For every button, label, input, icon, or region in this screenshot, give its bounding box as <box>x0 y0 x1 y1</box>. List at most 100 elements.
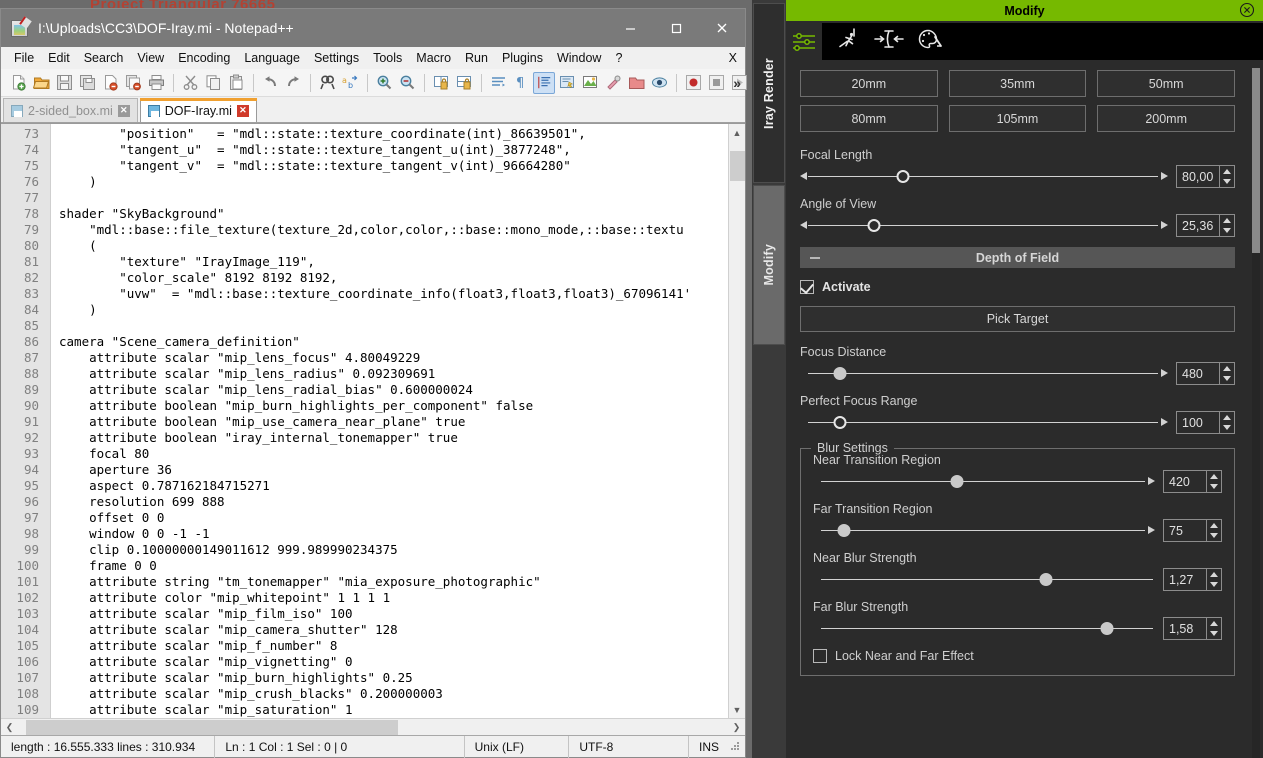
menu-item-plugins[interactable]: Plugins <box>495 49 550 67</box>
user-defined-dialog-icon[interactable] <box>556 72 578 94</box>
close-circle-icon[interactable] <box>1239 2 1255 21</box>
far-blur-strength-knob[interactable] <box>1100 621 1114 635</box>
close-tab-icon[interactable]: ✕ <box>117 104 130 117</box>
code-editor[interactable]: 73 74 75 76 77 78 79 80 81 82 83 84 85 86 87 88 89 90 91 92… <box>1 123 745 718</box>
document-tab-dof-iray[interactable]: DOF-Iray.mi ✕ <box>139 98 258 122</box>
code-line[interactable]: attribute scalar "mip_lens_focus" 4.8004… <box>59 350 728 366</box>
save-icon[interactable] <box>53 72 75 94</box>
spinner-up-icon[interactable] <box>1220 412 1234 423</box>
code-line[interactable]: "color_scale" 8192 8192 8192, <box>59 270 728 286</box>
focal-preset-50mm[interactable]: 50mm <box>1097 70 1235 97</box>
vertical-scroll-thumb[interactable] <box>729 151 745 181</box>
code-line[interactable]: attribute boolean "iray_internal_tonemap… <box>59 430 728 446</box>
undo-icon[interactable] <box>259 72 281 94</box>
near-transition-region-spinner[interactable]: 420 <box>1163 470 1222 493</box>
spinner-arrows[interactable] <box>1207 519 1222 542</box>
editor-horizontal-scrollbar[interactable]: ❮ ❯ <box>1 718 745 735</box>
code-line[interactable]: attribute scalar "mip_camera_shutter" 12… <box>59 622 728 638</box>
far-transition-region-knob[interactable] <box>837 523 851 537</box>
focus-distance-knob[interactable] <box>833 366 847 380</box>
vertical-tab-modify[interactable]: Modify <box>753 185 785 345</box>
menu-item-search[interactable]: Search <box>77 49 131 67</box>
word-wrap-icon[interactable] <box>487 72 509 94</box>
focus-distance-spinner[interactable]: 480 <box>1176 362 1235 385</box>
code-line[interactable]: window 0 0 -1 -1 <box>59 526 728 542</box>
spinner-down-icon[interactable] <box>1207 629 1221 640</box>
pose-figure-icon[interactable] <box>836 27 862 56</box>
panel-scroll-thumb[interactable] <box>1252 68 1260 253</box>
sliders-icon[interactable] <box>786 21 822 62</box>
spinner-up-icon[interactable] <box>1207 618 1221 629</box>
angle-of-view-knob[interactable] <box>867 218 881 232</box>
code-line[interactable]: focal 80 <box>59 446 728 462</box>
record-macro-icon[interactable] <box>682 72 704 94</box>
close-all-icon[interactable] <box>122 72 144 94</box>
spinner-up-icon[interactable] <box>1220 363 1234 374</box>
spinner-down-icon[interactable] <box>1207 580 1221 591</box>
code-line[interactable]: "position" = "mdl::state::texture_coordi… <box>59 126 728 142</box>
focus-distance-value[interactable]: 480 <box>1176 362 1220 385</box>
focal-length-value[interactable]: 80,00 <box>1176 165 1220 188</box>
code-line[interactable]: attribute scalar "mip_crush_blacks" 0.20… <box>59 686 728 702</box>
code-line[interactable]: attribute scalar "mip_lens_radial_bias" … <box>59 382 728 398</box>
depth-of-field-section-header[interactable]: Depth of Field <box>800 247 1235 268</box>
spinner-down-icon[interactable] <box>1220 374 1234 385</box>
folder-as-workspace-icon[interactable] <box>625 72 647 94</box>
monitoring-icon[interactable] <box>648 72 670 94</box>
scroll-up-icon[interactable]: ▲ <box>729 124 746 141</box>
menu-item-language[interactable]: Language <box>237 49 307 67</box>
angle-of-view-value[interactable]: 25,36 <box>1176 214 1220 237</box>
focal-preset-200mm[interactable]: 200mm <box>1097 105 1235 132</box>
paste-icon[interactable] <box>225 72 247 94</box>
menu-item-window[interactable]: Window <box>550 49 608 67</box>
spinner-arrows[interactable] <box>1220 214 1235 237</box>
near-blur-strength-spinner[interactable]: 1,27 <box>1163 568 1222 591</box>
resize-grip-icon[interactable] <box>729 740 743 754</box>
replace-icon[interactable]: ab <box>339 72 361 94</box>
spinner-up-icon[interactable] <box>1220 166 1234 177</box>
angle-of-view-slider[interactable] <box>800 217 1168 235</box>
close-button[interactable] <box>699 9 745 47</box>
minimize-button[interactable] <box>607 9 653 47</box>
code-line[interactable]: attribute scalar "mip_film_iso" 100 <box>59 606 728 622</box>
activate-row[interactable]: Activate <box>800 280 1235 294</box>
menu-item-settings[interactable]: Settings <box>307 49 366 67</box>
perfect-focus-range-knob[interactable] <box>833 415 847 429</box>
new-file-icon[interactable] <box>7 72 29 94</box>
near-transition-region-knob[interactable] <box>950 474 964 488</box>
menu-item-view[interactable]: View <box>130 49 171 67</box>
spinner-down-icon[interactable] <box>1207 482 1221 493</box>
document-tab-2-sided-box[interactable]: 2-sided_box.mi ✕ <box>3 98 138 122</box>
perfect-focus-range-slider[interactable] <box>800 414 1168 432</box>
far-blur-strength-slider[interactable] <box>813 620 1155 638</box>
panel-scroll-track[interactable] <box>1252 68 1260 758</box>
palette-icon[interactable] <box>916 27 944 56</box>
close-document-button[interactable]: X <box>729 51 737 65</box>
far-transition-region-slider[interactable] <box>813 522 1155 540</box>
code-line[interactable]: clip 0.10000000149011612 999.98999023437… <box>59 542 728 558</box>
focus-distance-slider[interactable] <box>800 365 1168 383</box>
spinner-arrows[interactable] <box>1220 362 1235 385</box>
menu-item-edit[interactable]: Edit <box>41 49 77 67</box>
sync-horizontal-icon[interactable] <box>453 72 475 94</box>
editor-inner[interactable]: 73 74 75 76 77 78 79 80 81 82 83 84 85 86 87 88 89 90 91 92… <box>1 124 728 718</box>
close-tab-icon[interactable]: ✕ <box>236 104 249 117</box>
copy-icon[interactable] <box>202 72 224 94</box>
spinner-down-icon[interactable] <box>1220 177 1234 188</box>
code-line[interactable]: attribute scalar "mip_saturation" 1 <box>59 702 728 718</box>
far-transition-region-value[interactable]: 75 <box>1163 519 1207 542</box>
spinner-up-icon[interactable] <box>1207 520 1221 531</box>
code-line[interactable]: "tangent_v" = "mdl::state::texture_tange… <box>59 158 728 174</box>
perfect-focus-range-spinner[interactable]: 100 <box>1176 411 1235 434</box>
editor-vertical-scrollbar[interactable]: ▲ ▼ <box>728 124 745 718</box>
menu-item-macro[interactable]: Macro <box>409 49 458 67</box>
code-line[interactable]: attribute scalar "mip_burn_highlights" 0… <box>59 670 728 686</box>
code-line[interactable] <box>59 190 728 206</box>
focal-length-spinner[interactable]: 80,00 <box>1176 165 1235 188</box>
code-line[interactable]: resolution 699 888 <box>59 494 728 510</box>
code-line[interactable]: aperture 36 <box>59 462 728 478</box>
code-line[interactable]: attribute boolean "mip_burn_highlights_p… <box>59 398 728 414</box>
spinner-down-icon[interactable] <box>1220 226 1234 237</box>
show-all-chars-icon[interactable]: ¶ <box>510 72 532 94</box>
code-line[interactable]: "tangent_u" = "mdl::state::texture_tange… <box>59 142 728 158</box>
